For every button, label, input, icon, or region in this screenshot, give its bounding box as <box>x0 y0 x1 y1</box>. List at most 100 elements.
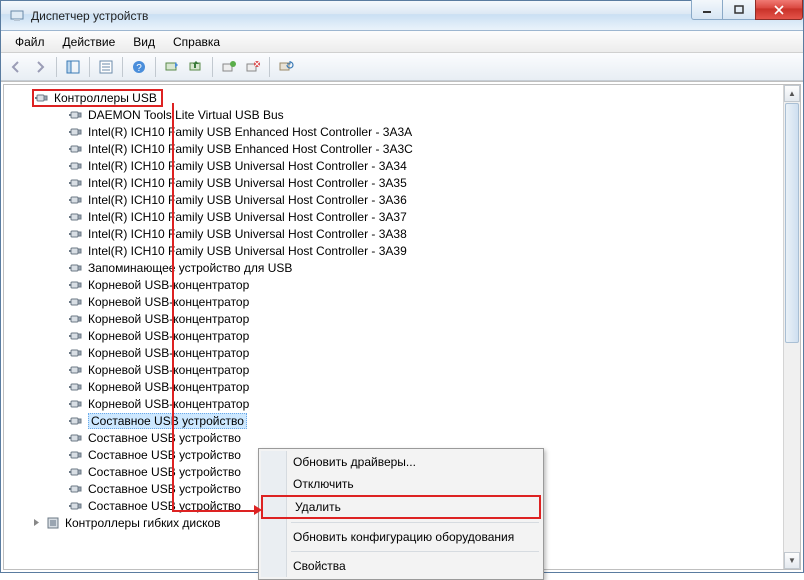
enable-button[interactable] <box>218 56 240 78</box>
usb-device-icon <box>68 498 84 514</box>
usb-device-icon <box>68 209 84 225</box>
device-label: Составное USB устройство <box>88 448 241 462</box>
device-item[interactable]: Intel(R) ICH10 Family USB Enhanced Host … <box>8 140 800 157</box>
device-item[interactable]: Корневой USB-концентратор <box>8 395 800 412</box>
device-label: Корневой USB-концентратор <box>88 329 249 343</box>
usb-device-icon <box>68 158 84 174</box>
device-label: Корневой USB-концентратор <box>88 278 249 292</box>
ctx-uninstall[interactable]: Удалить <box>261 495 541 519</box>
menu-file[interactable]: Файл <box>7 33 53 51</box>
usb-category-icon <box>34 90 50 106</box>
device-label: Корневой USB-концентратор <box>88 312 249 326</box>
annotation-line <box>172 510 258 512</box>
device-label: Корневой USB-концентратор <box>88 363 249 377</box>
device-label: Составное USB устройство <box>88 482 241 496</box>
usb-device-icon <box>68 464 84 480</box>
minimize-button[interactable] <box>691 0 723 20</box>
device-label: Intel(R) ICH10 Family USB Universal Host… <box>88 193 407 207</box>
ctx-update-drivers[interactable]: Обновить драйверы... <box>261 451 541 473</box>
device-item[interactable]: Корневой USB-концентратор <box>8 344 800 361</box>
device-item[interactable]: Корневой USB-концентратор <box>8 293 800 310</box>
device-item[interactable]: Intel(R) ICH10 Family USB Universal Host… <box>8 191 800 208</box>
floppy-category-icon <box>45 515 61 531</box>
vertical-scrollbar[interactable]: ▲ ▼ <box>783 85 800 569</box>
device-item[interactable]: Intel(R) ICH10 Family USB Universal Host… <box>8 174 800 191</box>
device-item[interactable]: Корневой USB-концентратор <box>8 361 800 378</box>
toolbar: ? <box>1 53 803 81</box>
device-label: Корневой USB-концентратор <box>88 295 249 309</box>
device-item[interactable]: Корневой USB-концентратор <box>8 378 800 395</box>
usb-device-icon <box>68 243 84 259</box>
scrollbar-thumb[interactable] <box>785 103 799 343</box>
usb-device-icon <box>68 294 84 310</box>
expand-icon[interactable] <box>32 518 41 527</box>
device-label: Корневой USB-концентратор <box>88 346 249 360</box>
device-label: Intel(R) ICH10 Family USB Enhanced Host … <box>88 125 412 139</box>
device-item[interactable]: Корневой USB-концентратор <box>8 327 800 344</box>
device-item[interactable]: Intel(R) ICH10 Family USB Universal Host… <box>8 208 800 225</box>
scan-hardware-button[interactable] <box>161 56 183 78</box>
uninstall-button[interactable] <box>242 56 264 78</box>
menu-help[interactable]: Справка <box>165 33 228 51</box>
titlebar: Диспетчер устройств <box>1 1 803 31</box>
usb-device-icon <box>68 192 84 208</box>
usb-device-icon <box>68 226 84 242</box>
device-label: DAEMON Tools Lite Virtual USB Bus <box>88 108 284 122</box>
device-label: Корневой USB-концентратор <box>88 397 249 411</box>
device-item[interactable]: DAEMON Tools Lite Virtual USB Bus <box>8 106 800 123</box>
usb-device-icon <box>68 396 84 412</box>
usb-device-icon <box>68 345 84 361</box>
usb-category-label: Контроллеры USB <box>54 91 157 105</box>
usb-device-icon <box>68 141 84 157</box>
update-driver-button[interactable] <box>185 56 207 78</box>
device-label: Intel(R) ICH10 Family USB Universal Host… <box>88 244 407 258</box>
scroll-up-button[interactable]: ▲ <box>784 85 800 102</box>
device-label: Intel(R) ICH10 Family USB Universal Host… <box>88 227 407 241</box>
forward-button <box>29 56 51 78</box>
context-menu: Обновить драйверы... Отключить Удалить О… <box>258 448 544 580</box>
usb-device-icon <box>68 328 84 344</box>
usb-device-icon <box>68 107 84 123</box>
show-hide-tree-button[interactable] <box>62 56 84 78</box>
usb-device-icon <box>68 413 84 429</box>
device-item[interactable]: Intel(R) ICH10 Family USB Universal Host… <box>8 225 800 242</box>
device-label: Составное USB устройство <box>88 431 241 445</box>
window-title: Диспетчер устройств <box>31 9 148 23</box>
help-button[interactable]: ? <box>128 56 150 78</box>
device-item[interactable]: Intel(R) ICH10 Family USB Universal Host… <box>8 157 800 174</box>
tree-category-usb[interactable]: Контроллеры USB <box>8 89 800 106</box>
device-label: Корневой USB-концентратор <box>88 380 249 394</box>
usb-device-icon <box>68 447 84 463</box>
properties-button[interactable] <box>95 56 117 78</box>
ctx-disable[interactable]: Отключить <box>261 473 541 495</box>
maximize-button[interactable] <box>723 0 755 20</box>
usb-device-icon <box>68 481 84 497</box>
usb-device-icon <box>68 362 84 378</box>
usb-device-icon <box>68 311 84 327</box>
device-item[interactable]: Составное USB устройство <box>8 429 800 446</box>
device-item[interactable]: Intel(R) ICH10 Family USB Universal Host… <box>8 242 800 259</box>
device-label: Intel(R) ICH10 Family USB Universal Host… <box>88 210 407 224</box>
menubar: Файл Действие Вид Справка <box>1 31 803 53</box>
svg-text:?: ? <box>136 63 142 74</box>
usb-device-icon <box>68 124 84 140</box>
device-item[interactable]: Составное USB устройство <box>8 412 800 429</box>
scan-button-2[interactable] <box>275 56 297 78</box>
device-item[interactable]: Корневой USB-концентратор <box>8 276 800 293</box>
usb-device-icon <box>68 175 84 191</box>
usb-device-icon <box>68 277 84 293</box>
devmgr-icon <box>9 8 25 24</box>
device-item[interactable]: Intel(R) ICH10 Family USB Enhanced Host … <box>8 123 800 140</box>
menu-action[interactable]: Действие <box>55 33 124 51</box>
device-label: Intel(R) ICH10 Family USB Universal Host… <box>88 159 407 173</box>
device-item[interactable]: Запоминающее устройство для USB <box>8 259 800 276</box>
device-label: Составное USB устройство <box>88 465 241 479</box>
floppy-category-label: Контроллеры гибких дисков <box>65 516 221 530</box>
menu-view[interactable]: Вид <box>125 33 163 51</box>
device-item[interactable]: Корневой USB-концентратор <box>8 310 800 327</box>
ctx-properties[interactable]: Свойства <box>261 555 541 577</box>
annotation-line <box>172 103 174 511</box>
close-button[interactable] <box>755 0 803 20</box>
ctx-scan-hardware[interactable]: Обновить конфигурацию оборудования <box>261 526 541 548</box>
scroll-down-button[interactable]: ▼ <box>784 552 800 569</box>
